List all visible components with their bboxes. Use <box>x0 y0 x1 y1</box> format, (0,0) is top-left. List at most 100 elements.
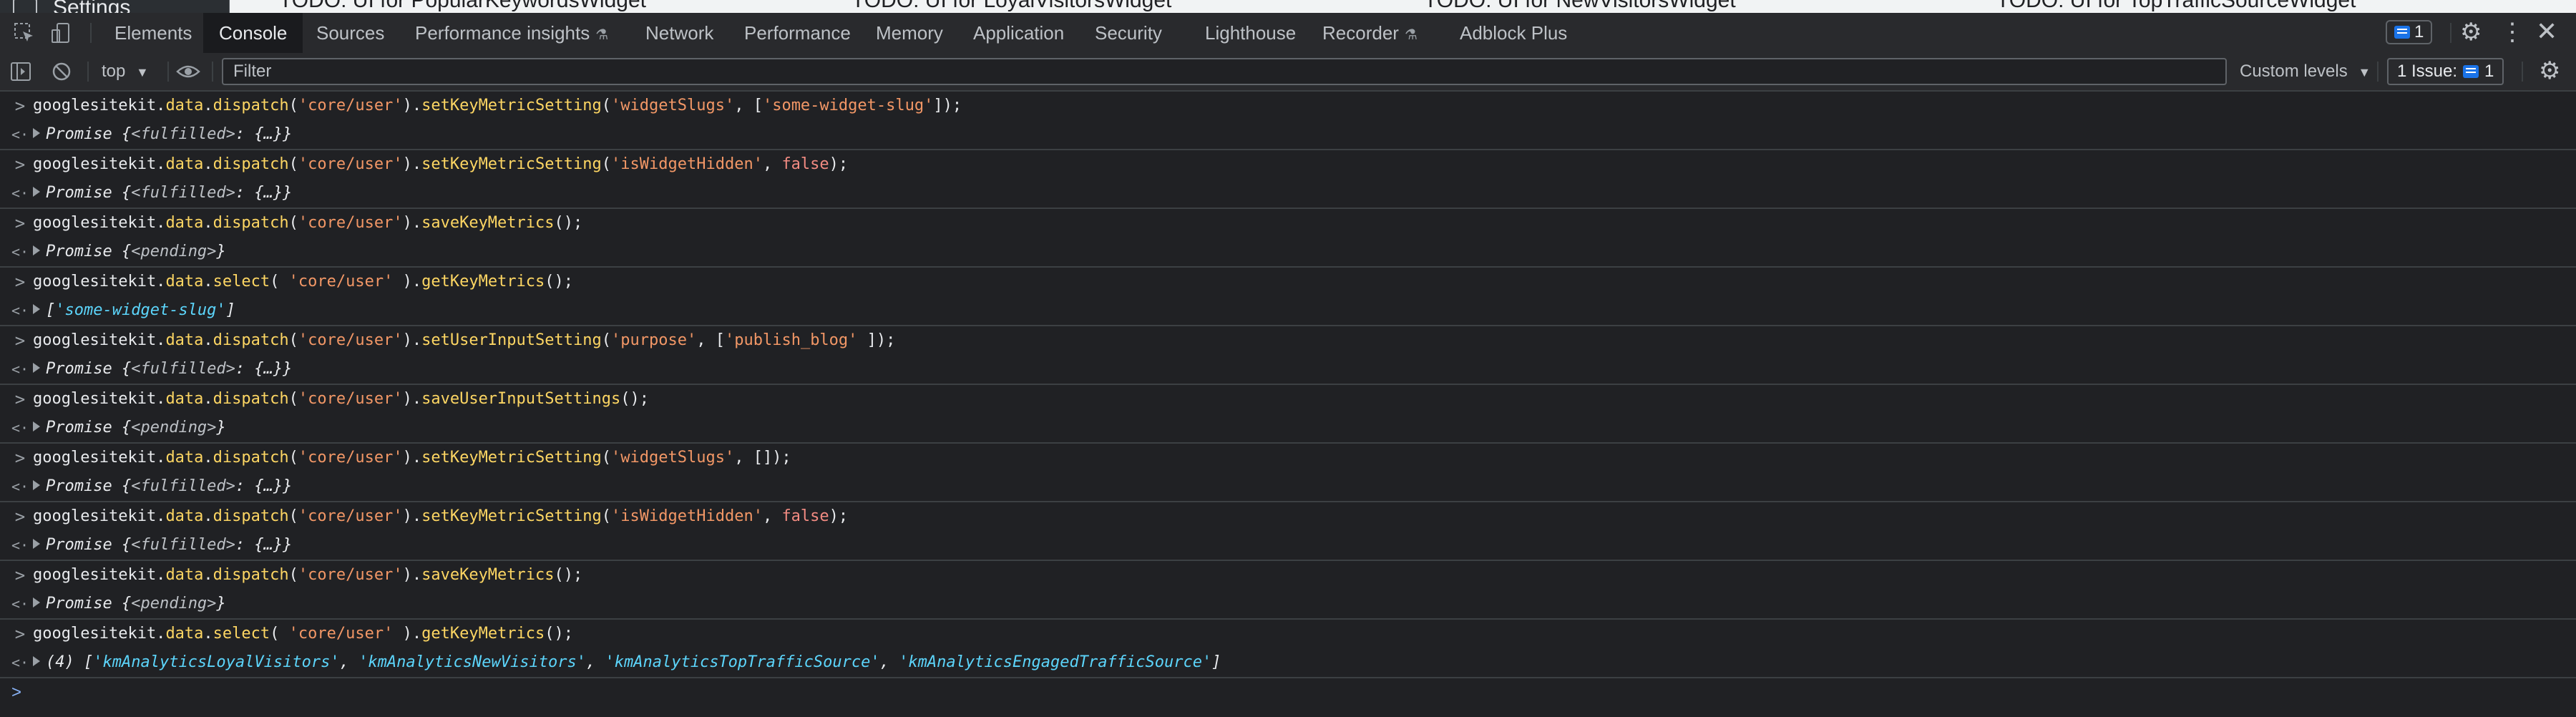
code-token: setKeyMetricSetting <box>421 97 602 114</box>
tab-label: Sources <box>316 22 385 44</box>
code-token: googlesitekit. <box>33 390 166 408</box>
sidebar-toggle-icon[interactable] <box>10 62 31 82</box>
console-result[interactable]: Promise {<pending>} <box>33 414 226 442</box>
expand-triangle-icon[interactable] <box>33 245 40 255</box>
expand-triangle-icon[interactable] <box>33 304 40 314</box>
code-token: ( <box>601 97 612 114</box>
tab-adblock-plus[interactable]: Adblock Plus <box>1445 13 1581 53</box>
console-result[interactable]: Promise {<pending>} <box>33 238 226 266</box>
more-options-icon[interactable]: ⋮ <box>2500 20 2524 44</box>
tab-security[interactable]: Security <box>1080 13 1176 53</box>
tab-label: Memory <box>876 22 943 44</box>
code-token: ). <box>393 625 422 643</box>
console-result[interactable]: Promise {<fulfilled>: {…}} <box>33 120 292 149</box>
console-command[interactable]: googlesitekit.data.dispatch('core/user')… <box>33 444 791 472</box>
code-token: 'purpose' <box>611 331 697 349</box>
console-command[interactable]: googlesitekit.data.dispatch('core/user')… <box>33 150 848 179</box>
tab-recorder[interactable]: Recorder ⚗ <box>1308 13 1432 53</box>
tab-application[interactable]: Application <box>959 13 1078 53</box>
code-token: data <box>165 273 204 291</box>
code-token: 'core/user' <box>298 97 403 114</box>
code-token: saveKeyMetrics <box>421 566 555 584</box>
webpage-strip: Settings TODO: UI for PopularKeywordsWid… <box>0 0 2576 14</box>
console-command[interactable]: googlesitekit.data.dispatch('core/user')… <box>33 502 848 531</box>
expand-triangle-icon[interactable] <box>33 539 40 549</box>
result-token: Promise { <box>46 243 132 260</box>
console-result[interactable]: Promise {<fulfilled>: {…}} <box>33 355 292 384</box>
console-command[interactable]: googlesitekit.data.select( 'core/user' )… <box>33 268 573 296</box>
input-chevron-icon: > <box>14 155 26 175</box>
tab-console[interactable]: Console <box>203 13 303 53</box>
result-token: , <box>339 653 359 671</box>
settings-gear-icon[interactable]: ⚙ <box>2460 20 2482 44</box>
code-token: select <box>213 625 270 643</box>
code-token: 'core/user' <box>298 566 403 584</box>
code-token: googlesitekit. <box>33 566 166 584</box>
divider <box>2522 62 2523 82</box>
console-result-line: <· Promise {<pending>} <box>0 238 2576 266</box>
tab-memory[interactable]: Memory <box>862 13 957 53</box>
tab-sources[interactable]: Sources <box>302 13 399 53</box>
expand-triangle-icon[interactable] <box>33 128 40 138</box>
console-input-line: > googlesitekit.data.dispatch('core/user'… <box>0 502 2576 531</box>
result-token: <pending> <box>131 243 217 260</box>
console-result[interactable]: Promise {<fulfilled>: {…}} <box>33 531 292 560</box>
console-result[interactable]: Promise {<fulfilled>: {…}} <box>33 472 292 501</box>
console-result[interactable]: ['some-widget-slug'] <box>33 296 235 325</box>
code-token: ( <box>288 331 298 349</box>
console-prompt[interactable]: > <box>0 678 2576 707</box>
console-command[interactable]: googlesitekit.data.select( 'core/user' )… <box>33 620 573 648</box>
close-icon[interactable]: ✕ <box>2536 19 2557 44</box>
code-token: . <box>203 273 213 291</box>
code-token: . <box>203 566 213 584</box>
expand-triangle-icon[interactable] <box>33 187 40 197</box>
console-result[interactable]: Promise {<pending>} <box>33 590 226 618</box>
live-expression-eye-icon[interactable] <box>176 63 200 80</box>
expand-triangle-icon[interactable] <box>33 656 40 666</box>
dropdown-arrow-icon: ▼ <box>2358 65 2371 79</box>
console-command[interactable]: googlesitekit.data.dispatch('core/user')… <box>33 385 649 414</box>
tab-elements[interactable]: Elements <box>100 13 206 53</box>
filter-field[interactable] <box>222 58 2227 85</box>
code-token: . <box>203 155 213 173</box>
code-token: ). <box>402 390 422 408</box>
context-selector[interactable]: top ▼ <box>102 53 149 90</box>
settings-pane[interactable]: Settings <box>0 0 230 13</box>
console-input-line: > googlesitekit.data.dispatch('core/user'… <box>0 150 2576 179</box>
console-result-line: <· ['some-widget-slug'] <box>0 296 2576 325</box>
console-command[interactable]: googlesitekit.data.dispatch('core/user')… <box>33 326 895 355</box>
result-arrow-icon: <· <box>11 126 29 143</box>
expand-triangle-icon[interactable] <box>33 480 40 490</box>
code-token: 'core/user' <box>298 214 403 232</box>
tab-lighthouse[interactable]: Lighthouse <box>1191 13 1310 53</box>
expand-triangle-icon[interactable] <box>33 363 40 373</box>
expand-triangle-icon[interactable] <box>33 598 40 608</box>
result-token: <fulfilled> <box>131 184 235 202</box>
console-result[interactable]: (4) ['kmAnalyticsLoyalVisitors', 'kmAnal… <box>33 648 1221 677</box>
tab-label: Performance <box>744 22 851 44</box>
inspect-element-icon[interactable] <box>13 21 36 44</box>
clear-console-icon[interactable] <box>52 62 72 82</box>
issues-button[interactable]: 1 Issue: 1 <box>2387 58 2504 85</box>
tab-network[interactable]: Network <box>631 13 728 53</box>
device-toolbar-icon[interactable] <box>50 21 73 44</box>
code-token: ). <box>402 97 422 114</box>
filter-input[interactable] <box>223 59 2225 84</box>
code-token: ). <box>402 449 422 467</box>
console-settings-gear-icon[interactable]: ⚙ <box>2539 59 2560 83</box>
console-result[interactable]: Promise {<fulfilled>: {…}} <box>33 179 292 208</box>
tab-performance-insights[interactable]: Performance insights ⚗ <box>401 13 623 53</box>
expand-triangle-icon[interactable] <box>33 421 40 431</box>
tab-performance[interactable]: Performance <box>730 13 865 53</box>
messages-badge[interactable]: 1 <box>2386 20 2433 44</box>
tab-label: Performance insights <box>415 22 590 44</box>
console-command[interactable]: googlesitekit.data.dispatch('core/user')… <box>33 561 582 590</box>
console-command[interactable]: googlesitekit.data.dispatch('core/user')… <box>33 209 582 238</box>
input-chevron-icon: > <box>14 272 26 292</box>
code-token: , [ <box>696 331 725 349</box>
console-input-line: > googlesitekit.data.dispatch('core/user'… <box>0 561 2576 590</box>
console-entry: > googlesitekit.data.select( 'core/user' … <box>0 620 2576 678</box>
console-command[interactable]: googlesitekit.data.dispatch('core/user')… <box>33 92 962 120</box>
log-levels-dropdown[interactable]: Custom levels ▼ <box>2240 53 2371 90</box>
input-chevron-icon: > <box>14 331 26 351</box>
